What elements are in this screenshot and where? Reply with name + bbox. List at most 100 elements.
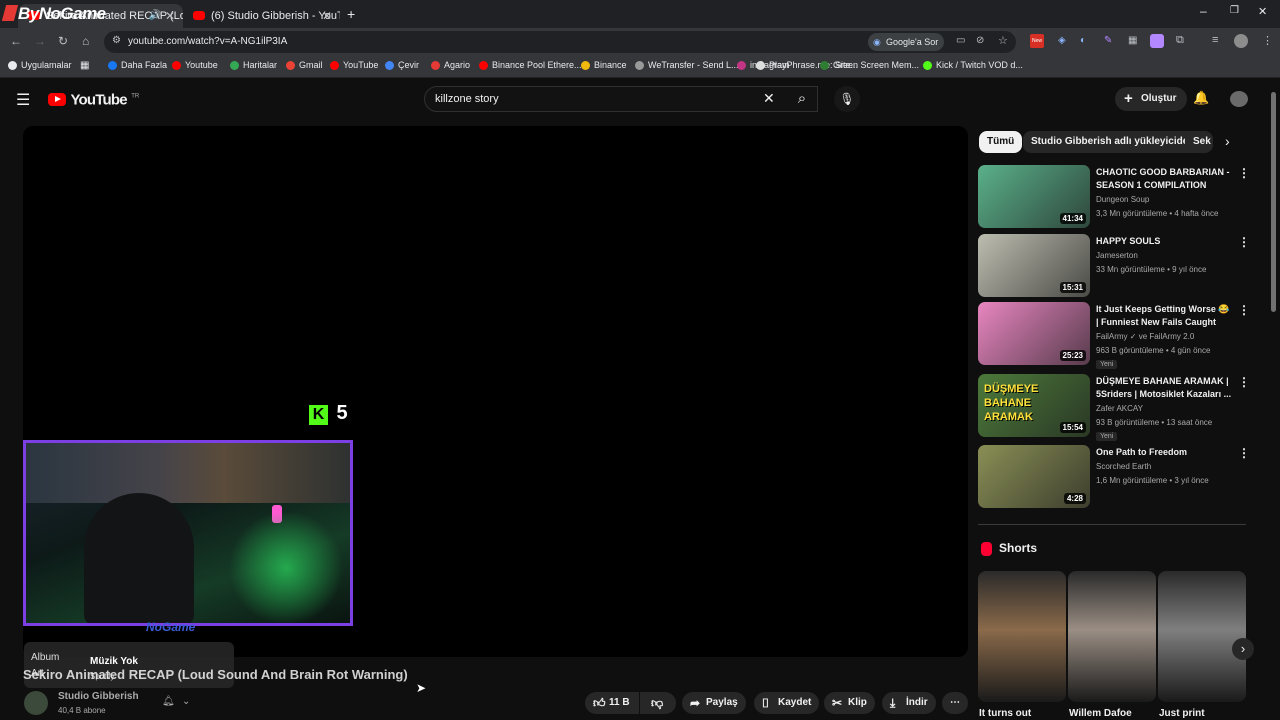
- home-icon[interactable]: ⌂: [82, 34, 89, 48]
- video-title[interactable]: It Just Keeps Getting Worse 😂 | Funniest…: [1096, 303, 1234, 329]
- video-title[interactable]: CHAOTIC GOOD BARBARIAN - SEASON 1 COMPIL…: [1096, 166, 1234, 192]
- region-code: TR: [131, 93, 140, 100]
- eye-off-icon[interactable]: ⊘: [976, 35, 984, 46]
- short-thumbnail[interactable]: [978, 571, 1066, 702]
- share-button[interactable]: ➦ Paylaş: [682, 692, 746, 714]
- bookmark-item[interactable]: Gmail: [286, 60, 323, 70]
- subscribe-bell-icon[interactable]: 🔔︎: [162, 696, 175, 707]
- channel-name[interactable]: Jameserton: [1096, 251, 1138, 260]
- chevron-right-icon[interactable]: ›: [1225, 133, 1230, 149]
- bookmark-item[interactable]: Green Screen Mem...: [820, 60, 919, 70]
- download-button[interactable]: ⤓ İndir: [882, 692, 936, 714]
- more-options-icon[interactable]: ⋮: [1238, 235, 1250, 249]
- address-bar[interactable]: ⚙ youtube.com/watch?v=A-NG1ilP3IA ◉ Goog…: [104, 31, 1016, 53]
- short-title[interactable]: It turns out: [979, 708, 1031, 719]
- voice-search-button[interactable]: 🎙: [834, 86, 860, 112]
- channel-name[interactable]: FailArmy ✓ ve FailArmy 2.0: [1096, 332, 1194, 341]
- more-options-icon[interactable]: ⋮: [1238, 446, 1250, 460]
- short-title[interactable]: Just print: [1159, 708, 1205, 719]
- notifications-bell-icon[interactable]: 🔔: [1193, 90, 1209, 106]
- chip-related[interactable]: Sek: [1185, 131, 1213, 153]
- site-info-icon[interactable]: ⚙: [112, 35, 121, 46]
- video-thumbnail[interactable]: 41:34: [978, 165, 1090, 228]
- video-thumbnail[interactable]: 4:28: [978, 445, 1090, 508]
- video-title[interactable]: One Path to Freedom: [1096, 446, 1234, 459]
- bookmark-item[interactable]: Kick / Twitch VOD d...: [923, 60, 1023, 70]
- more-actions-button[interactable]: ⋯: [942, 692, 968, 714]
- new-badge: Yeni: [1096, 360, 1118, 369]
- close-tab-icon[interactable]: ✕: [322, 4, 332, 28]
- bookmark-item[interactable]: Çevir: [385, 60, 419, 70]
- speaker-icon[interactable]: 🔊: [149, 4, 161, 28]
- clip-button[interactable]: ✂ Klip: [824, 692, 875, 714]
- restore-button[interactable]: ❐: [1230, 5, 1239, 16]
- video-stats: 963 B görüntüleme • 4 gün önce: [1096, 346, 1211, 355]
- bookmark-item[interactable]: Binance: [581, 60, 627, 70]
- extension-icon[interactable]: ▦: [1128, 35, 1137, 46]
- bookmark-item[interactable]: Daha Fazla: [108, 60, 167, 70]
- chip-all[interactable]: Tümü: [979, 131, 1023, 153]
- video-title[interactable]: DÜŞMEYE BAHANE ARAMAK | 5Sriders | Motos…: [1096, 375, 1234, 401]
- profile-avatar[interactable]: [1234, 34, 1248, 48]
- bookmark-item[interactable]: Binance Pool Ethere...: [479, 60, 582, 70]
- extension-new-icon[interactable]: New: [1030, 34, 1044, 48]
- google-lens-button[interactable]: ◉ Google'a Sor: [868, 33, 945, 51]
- short-thumbnail[interactable]: [1068, 571, 1156, 702]
- search-input[interactable]: killzone story ✕: [424, 86, 818, 112]
- search-query-text[interactable]: killzone story: [435, 93, 499, 105]
- new-tab-button[interactable]: +: [347, 6, 355, 22]
- bookmark-item[interactable]: Agario: [431, 60, 470, 70]
- browser-menu-icon[interactable]: ⋮: [1262, 34, 1273, 47]
- bookmark-item[interactable]: YouTube: [330, 60, 378, 70]
- more-options-icon[interactable]: ⋮: [1238, 303, 1250, 317]
- more-options-icon[interactable]: ⋮: [1238, 375, 1250, 389]
- shorts-next-button[interactable]: ›: [1232, 638, 1254, 660]
- profile-extension-icon[interactable]: [1150, 34, 1164, 48]
- bookmark-item[interactable]: WeTransfer - Send L...: [635, 60, 739, 70]
- search-button[interactable]: ⌕: [782, 86, 822, 112]
- channel-name[interactable]: Scorched Earth: [1096, 462, 1151, 471]
- more-options-icon[interactable]: ⋮: [1238, 166, 1250, 180]
- dislike-button[interactable]: 👎︎: [640, 692, 676, 714]
- forward-icon[interactable]: →: [34, 34, 46, 48]
- account-avatar[interactable]: [1230, 91, 1248, 107]
- minimize-button[interactable]: –: [1200, 4, 1207, 18]
- create-button[interactable]: + Oluştur: [1115, 87, 1187, 111]
- like-button[interactable]: 👍︎ 11 B: [585, 692, 639, 714]
- close-window-button[interactable]: ✕: [1258, 5, 1267, 18]
- short-title[interactable]: Willem Dafoe: [1069, 708, 1132, 719]
- extension-icon[interactable]: ◈: [1058, 35, 1066, 46]
- short-thumbnail[interactable]: [1158, 571, 1246, 702]
- extension-icon[interactable]: ✎: [1104, 35, 1112, 46]
- channel-name[interactable]: Studio Gibberish: [58, 691, 139, 702]
- bookmark-favicon-icon: [479, 61, 488, 70]
- video-thumbnail[interactable]: 25:23: [978, 302, 1090, 365]
- extensions-puzzle-icon[interactable]: ⧉: [1176, 34, 1184, 47]
- apps-grid-icon[interactable]: ▦: [80, 60, 89, 71]
- browser-tab[interactable]: (6) Studio Gibberish - YouTube ✕: [183, 4, 340, 28]
- chevron-down-icon[interactable]: ⌄: [182, 696, 190, 707]
- hamburger-menu-icon[interactable]: ☰: [16, 90, 30, 110]
- url-text[interactable]: youtube.com/watch?v=A-NG1ilP3IA: [128, 36, 287, 47]
- bookmark-star-icon[interactable]: ☆: [998, 34, 1008, 47]
- video-thumbnail[interactable]: 15:31: [978, 234, 1090, 297]
- cast-icon[interactable]: ▭: [956, 35, 965, 46]
- save-button[interactable]: ⌷ Kaydet: [754, 692, 820, 714]
- extension-icon[interactable]: ◐: [1080, 35, 1086, 46]
- reload-icon[interactable]: ↻: [58, 34, 68, 48]
- page-scrollbar[interactable]: [1271, 92, 1276, 312]
- chip-from-uploader[interactable]: Studio Gibberish adlı yükleyiciden: [1023, 131, 1203, 153]
- bookmark-item[interactable]: Haritalar: [230, 60, 277, 70]
- youtube-logo[interactable]: YouTube TR: [48, 91, 139, 109]
- video-thumbnail[interactable]: DÜŞMEYE BAHANE ARAMAK 15:54: [978, 374, 1090, 437]
- reading-list-icon[interactable]: ≡: [1212, 34, 1218, 46]
- bookmark-item[interactable]: Uygulamalar: [8, 60, 72, 70]
- bookmark-item[interactable]: Youtube: [172, 60, 218, 70]
- channel-name[interactable]: Dungeon Soup: [1096, 195, 1149, 204]
- channel-avatar[interactable]: [24, 691, 48, 715]
- channel-name[interactable]: Zafer AKCAY: [1096, 404, 1143, 413]
- video-title[interactable]: HAPPY SOULS: [1096, 235, 1234, 248]
- clear-search-icon[interactable]: ✕: [763, 90, 775, 107]
- back-icon[interactable]: ←: [10, 34, 22, 48]
- close-tab-icon[interactable]: ✕: [165, 4, 175, 28]
